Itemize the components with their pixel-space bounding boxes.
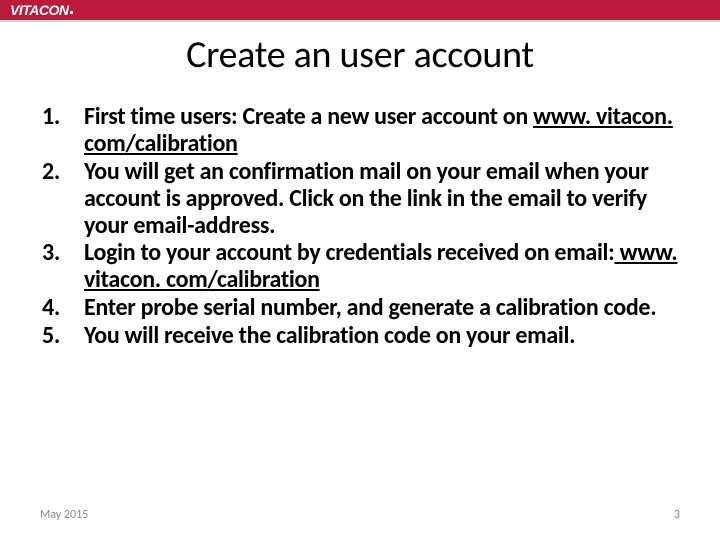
list-item: First time users: Create a new user acco… bbox=[42, 104, 680, 158]
list-item: You will receive the calibration code on… bbox=[42, 323, 680, 350]
header-bar: VITACON bbox=[0, 0, 720, 22]
step-text: Login to your account by credentials rec… bbox=[84, 238, 614, 267]
brand-dot-icon bbox=[70, 11, 73, 14]
steps-list: First time users: Create a new user acco… bbox=[0, 104, 720, 350]
step-text: You will receive the calibration code on… bbox=[84, 321, 575, 350]
footer: May 2015 3 bbox=[0, 508, 720, 522]
list-item: Login to your account by credentials rec… bbox=[42, 240, 680, 294]
brand-text: VITACON bbox=[10, 2, 68, 18]
step-text: You will get an confirmation mail on you… bbox=[84, 157, 649, 240]
footer-page-number: 3 bbox=[674, 508, 680, 522]
list-item: Enter probe serial number, and generate … bbox=[42, 295, 680, 322]
list-item: You will get an confirmation mail on you… bbox=[42, 159, 680, 240]
brand-logo: VITACON bbox=[10, 2, 73, 18]
step-text: Enter probe serial number, and generate … bbox=[84, 293, 656, 322]
page-title: Create an user account bbox=[0, 32, 720, 78]
footer-date: May 2015 bbox=[40, 508, 88, 522]
step-text: First time users: Create a new user acco… bbox=[84, 102, 533, 131]
